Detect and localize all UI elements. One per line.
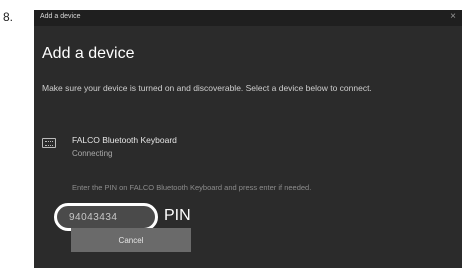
add-device-dialog: Add a device × Add a device Make sure yo…: [34, 10, 462, 268]
dialog-description: Make sure your device is turned on and d…: [42, 83, 372, 93]
dialog-heading: Add a device: [42, 45, 135, 62]
pin-instructions: Enter the PIN on FALCO Bluetooth Keyboar…: [72, 183, 312, 192]
pin-highlight: 94043434: [54, 203, 158, 231]
window-title: Add a device: [40, 13, 81, 20]
device-name[interactable]: FALCO Bluetooth Keyboard: [72, 135, 177, 145]
pin-value: 94043434: [69, 212, 118, 223]
title-bar: Add a device ×: [34, 10, 462, 26]
step-number: 8.: [3, 10, 14, 24]
keyboard-icon: [42, 138, 56, 148]
cancel-button[interactable]: Cancel: [71, 228, 191, 252]
device-status: Connecting: [72, 149, 113, 158]
close-button[interactable]: ×: [450, 11, 456, 22]
pin-annotation-label: PIN: [164, 207, 191, 224]
